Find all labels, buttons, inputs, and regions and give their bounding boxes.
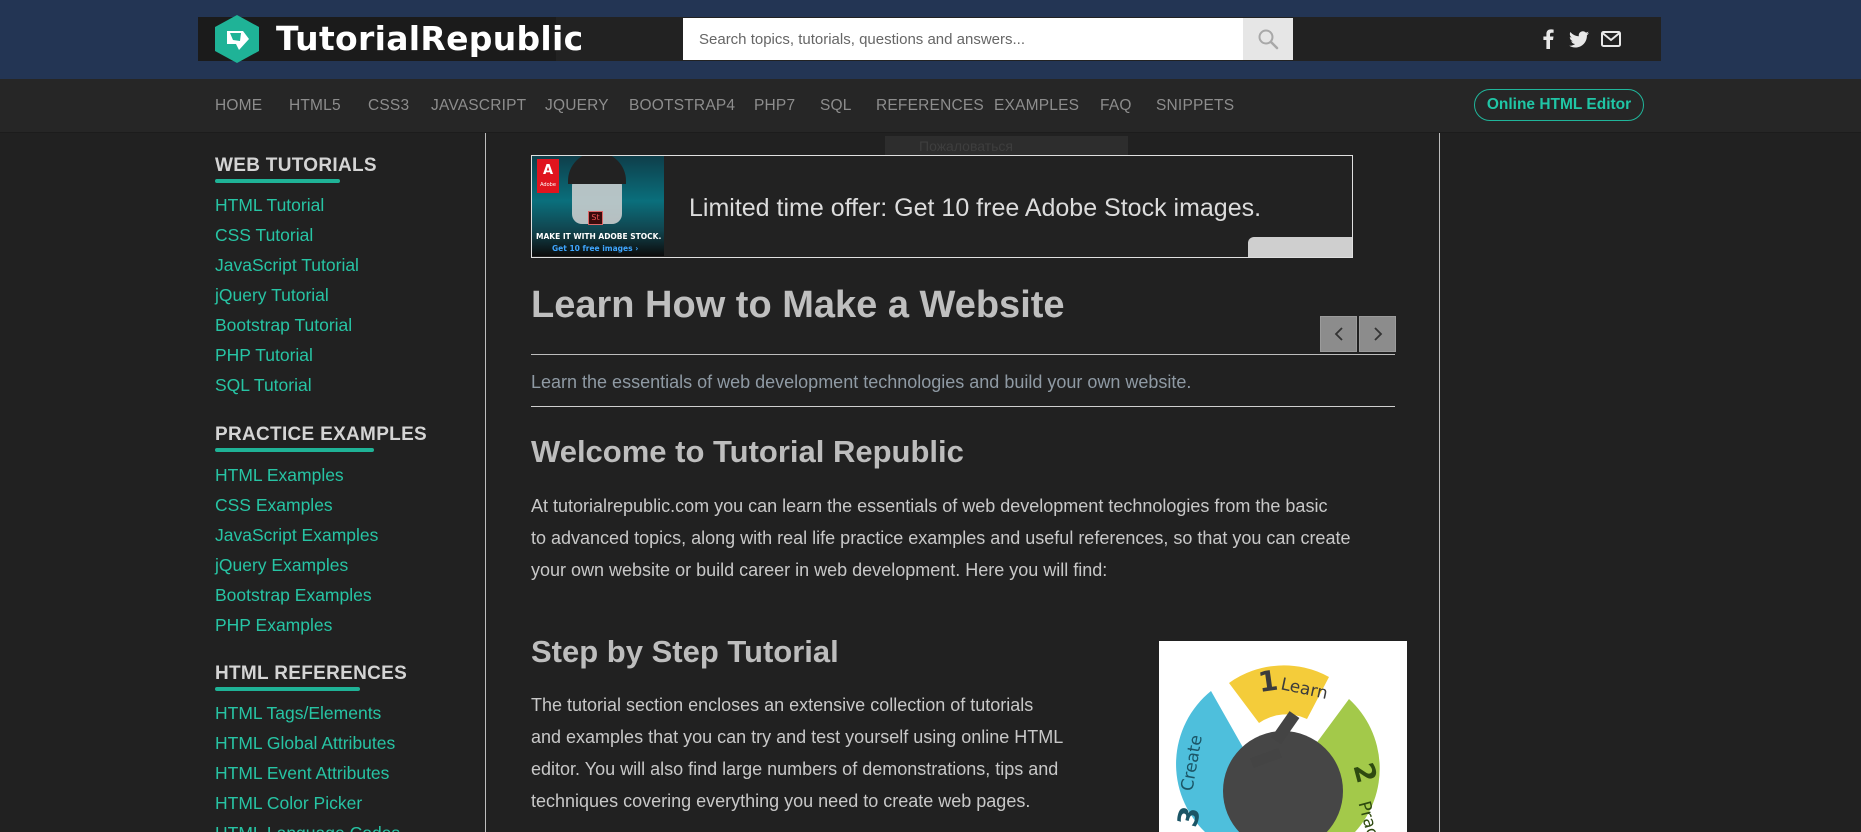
step-line-3: editor. You will also find large numbers… <box>531 759 1059 779</box>
chevron-left-icon <box>1334 327 1343 341</box>
ad-image-caption: MAKE IT WITH ADOBE STOCK. <box>536 232 662 241</box>
search-box <box>683 18 1293 60</box>
sidebar-link-php-examples[interactable]: PHP Examples <box>215 615 332 636</box>
sidebar-link-sql-tutorial[interactable]: SQL Tutorial <box>215 375 312 396</box>
ad-portrait-hair <box>568 156 626 184</box>
next-button[interactable] <box>1359 316 1396 352</box>
facebook-link[interactable] <box>1534 25 1562 53</box>
sidebar-link-css-tutorial[interactable]: CSS Tutorial <box>215 225 313 246</box>
sidebar-link-html-global-attributes[interactable]: HTML Global Attributes <box>215 733 395 754</box>
nav-item-home[interactable]: HOME <box>215 97 262 115</box>
sidebar-link-jquery-tutorial[interactable]: jQuery Tutorial <box>215 285 329 306</box>
nav-item-references[interactable]: REFERENCES <box>876 97 984 115</box>
adobe-logo-icon: A Adobe <box>537 159 559 193</box>
sidebar-heading-underline <box>215 179 340 183</box>
step-heading: Step by Step Tutorial <box>531 634 839 669</box>
sidebar-link-html-examples[interactable]: HTML Examples <box>215 465 344 486</box>
search-icon <box>1258 29 1279 50</box>
sidebar-link-bootstrap-tutorial[interactable]: Bootstrap Tutorial <box>215 315 352 336</box>
learn-cycle-icon: 1 Learn 2 Practice Create 3 <box>1171 664 1390 832</box>
sidebar-link-jquery-examples[interactable]: jQuery Examples <box>215 555 348 576</box>
step-line-2: and examples that you can try and test y… <box>531 727 1064 747</box>
title-divider <box>531 354 1395 355</box>
lead-text: Learn the essentials of web development … <box>531 372 1192 392</box>
nav-item-sql[interactable]: SQL <box>820 97 852 115</box>
lead-divider <box>531 406 1395 407</box>
content-right-border <box>1439 133 1440 832</box>
sidebar-link-javascript-examples[interactable]: JavaScript Examples <box>215 525 378 546</box>
top-header: TutorialRepublic <box>0 0 1861 79</box>
sidebar-link-php-tutorial[interactable]: PHP Tutorial <box>215 345 313 366</box>
step-line-1: The tutorial section encloses an extensi… <box>531 695 1034 715</box>
sidebar-link-html-tutorial[interactable]: HTML Tutorial <box>215 195 324 216</box>
sidebar: WEB TUTORIALS HTML Tutorial CSS Tutorial… <box>215 133 485 832</box>
online-html-editor-button[interactable]: Online HTML Editor <box>1474 89 1644 121</box>
content-left-border <box>485 133 486 832</box>
ad-report-tag[interactable]: Пожаловаться <box>885 136 1128 156</box>
twitter-link[interactable] <box>1565 25 1593 53</box>
main-nav: HOME HTML5 CSS3 JAVASCRIPT JQUERY BOOTST… <box>0 79 1861 133</box>
facebook-icon <box>1543 29 1554 49</box>
nav-item-bootstrap4[interactable]: BOOTSTRAP4 <box>629 97 735 115</box>
ad-corner <box>1248 237 1352 257</box>
nav-item-snippets[interactable]: SNIPPETS <box>1156 97 1234 115</box>
nav-item-css3[interactable]: CSS3 <box>368 97 409 115</box>
header-inner: TutorialRepublic <box>198 15 1661 63</box>
sidebar-link-html-event-attributes[interactable]: HTML Event Attributes <box>215 763 389 784</box>
welcome-line-3: your own website or build career in web … <box>531 560 1108 580</box>
sidebar-heading-underline <box>215 448 374 452</box>
welcome-line-2: to advanced topics, along with real life… <box>531 528 1351 548</box>
ad-text[interactable]: Limited time offer: Get 10 free Adobe St… <box>689 194 1261 223</box>
sidebar-heading-web-tutorials: WEB TUTORIALS <box>215 155 377 176</box>
ad-image-subcaption: Get 10 free images › <box>552 244 639 253</box>
nav-item-javascript[interactable]: JAVASCRIPT <box>431 97 526 115</box>
nav-item-examples[interactable]: EXAMPLES <box>994 97 1079 115</box>
site-logo[interactable]: TutorialRepublic <box>198 15 583 63</box>
ad-banner[interactable]: A Adobe St MAKE IT WITH ADOBE STOCK. Get… <box>531 155 1353 258</box>
step-line-4: techniques covering everything you need … <box>531 791 1031 811</box>
sidebar-link-css-examples[interactable]: CSS Examples <box>215 495 333 516</box>
nav-item-jquery[interactable]: JQUERY <box>545 97 609 115</box>
welcome-line-1: At tutorialrepublic.com you can learn th… <box>531 496 1328 516</box>
nav-item-faq[interactable]: FAQ <box>1100 97 1132 115</box>
sidebar-link-html-color-picker[interactable]: HTML Color Picker <box>215 793 362 814</box>
twitter-icon <box>1569 30 1589 47</box>
prev-button[interactable] <box>1320 316 1357 352</box>
learn-practice-create-graphic: 1 Learn 2 Practice Create 3 <box>1159 641 1407 832</box>
sidebar-link-html-language-codes[interactable]: HTML Language Codes <box>215 823 400 832</box>
sidebar-link-bootstrap-examples[interactable]: Bootstrap Examples <box>215 585 372 606</box>
search-button[interactable] <box>1243 18 1293 60</box>
search-input[interactable] <box>683 18 1243 60</box>
sidebar-heading-practice-examples: PRACTICE EXAMPLES <box>215 424 428 445</box>
mail-icon <box>1601 31 1621 47</box>
sidebar-link-html-tags[interactable]: HTML Tags/Elements <box>215 703 381 724</box>
page-title: Learn How to Make a Website <box>531 284 1065 326</box>
sidebar-heading-underline <box>215 687 360 691</box>
ad-stock-badge: St <box>588 211 603 225</box>
sidebar-heading-html-references: HTML REFERENCES <box>215 663 408 684</box>
sidebar-link-javascript-tutorial[interactable]: JavaScript Tutorial <box>215 255 359 276</box>
mail-link[interactable] <box>1597 25 1625 53</box>
logo-text: TutorialRepublic <box>276 19 584 58</box>
chevron-right-icon <box>1373 327 1382 341</box>
welcome-heading: Welcome to Tutorial Republic <box>531 434 964 469</box>
nav-item-html5[interactable]: HTML5 <box>289 97 341 115</box>
nav-item-php7[interactable]: PHP7 <box>754 97 795 115</box>
logo-mark-icon <box>215 15 259 63</box>
ad-image[interactable]: A Adobe St MAKE IT WITH ADOBE STOCK. Get… <box>532 156 664 256</box>
